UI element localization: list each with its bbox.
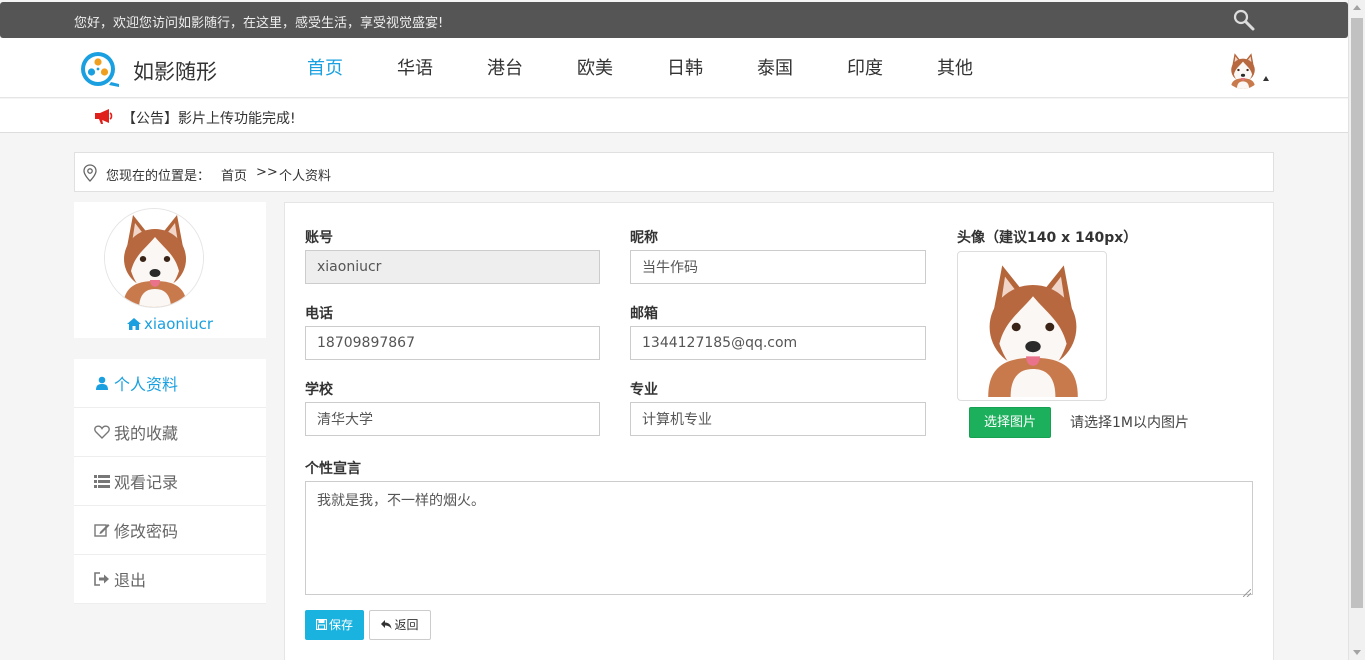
breadcrumb-separator: >> bbox=[256, 165, 278, 180]
profile-username[interactable]: xiaoniucr bbox=[74, 315, 266, 333]
major-label: 专业 bbox=[630, 382, 658, 398]
phone-field[interactable] bbox=[305, 326, 600, 360]
nav-item-hk-tw[interactable]: 港台 bbox=[460, 38, 550, 98]
email-label: 邮箱 bbox=[630, 306, 658, 322]
side-menu: 个人资料 我的收藏 观看记录 修改密码 退出 bbox=[74, 359, 266, 604]
menu-item-label: 个人资料 bbox=[114, 375, 179, 394]
menu-item-favorites[interactable]: 我的收藏 bbox=[74, 408, 266, 457]
menu-item-profile[interactable]: 个人资料 bbox=[74, 359, 266, 408]
account-label: 账号 bbox=[305, 230, 333, 246]
choose-image-button[interactable]: 选择图片 bbox=[969, 407, 1051, 438]
save-button-label: 保存 bbox=[328, 618, 353, 632]
account-field[interactable] bbox=[305, 250, 600, 284]
announcement-bar: 【公告】影片上传功能完成! bbox=[0, 99, 1348, 133]
school-label: 学校 bbox=[305, 382, 333, 398]
floppy-disk-icon bbox=[315, 611, 328, 631]
profile-form-panel: 账号 昵称 电话 邮箱 学校 专业 头像（建议140 x 140px） 选择图片… bbox=[284, 202, 1274, 660]
megaphone-icon bbox=[94, 108, 114, 124]
nav-item-india[interactable]: 印度 bbox=[820, 38, 910, 98]
user-avatar[interactable] bbox=[1224, 51, 1262, 89]
edit-icon bbox=[94, 522, 110, 538]
menu-item-history[interactable]: 观看记录 bbox=[74, 457, 266, 506]
menu-item-label: 退出 bbox=[114, 571, 147, 590]
user-icon bbox=[94, 375, 110, 391]
breadcrumb: 您现在的位置是： 首页 >> 个人资料 bbox=[74, 152, 1274, 192]
avatar-label: 头像（建议140 x 140px） bbox=[957, 230, 1138, 246]
image-size-hint: 请选择1M以内图片 bbox=[1070, 415, 1189, 431]
search-icon[interactable] bbox=[1232, 8, 1256, 32]
brand-name[interactable]: 如影随形 bbox=[133, 56, 217, 86]
profile-card: xiaoniucr bbox=[74, 202, 266, 338]
breadcrumb-current: 个人资料 bbox=[279, 169, 332, 184]
major-field[interactable] bbox=[630, 402, 926, 436]
avatar-preview bbox=[957, 251, 1107, 401]
resize-handle-icon[interactable] bbox=[1242, 585, 1252, 598]
scroll-up-arrow-icon[interactable] bbox=[1353, 5, 1361, 10]
scrollbar-thumb[interactable] bbox=[1351, 18, 1363, 608]
nav-item-chinese[interactable]: 华语 bbox=[370, 38, 460, 98]
list-icon bbox=[94, 473, 110, 489]
main-nav: 首页 华语 港台 欧美 日韩 泰国 印度 其他 bbox=[280, 38, 1000, 98]
scroll-down-arrow-icon[interactable] bbox=[1353, 650, 1361, 655]
caret-down-icon[interactable] bbox=[1263, 76, 1269, 81]
breadcrumb-label: 您现在的位置是： bbox=[106, 169, 211, 184]
home-icon bbox=[126, 316, 141, 330]
menu-item-logout[interactable]: 退出 bbox=[74, 555, 266, 604]
menu-item-change-password[interactable]: 修改密码 bbox=[74, 506, 266, 555]
reply-arrow-icon bbox=[381, 612, 392, 629]
nav-item-western[interactable]: 欧美 bbox=[550, 38, 640, 98]
nav-item-home[interactable]: 首页 bbox=[280, 38, 370, 98]
announcement-text[interactable]: 【公告】影片上传功能完成! bbox=[122, 108, 296, 128]
film-reel-logo-icon[interactable] bbox=[78, 50, 120, 88]
heart-icon bbox=[94, 424, 110, 440]
map-pin-icon bbox=[83, 164, 97, 182]
back-button[interactable]: 返回 bbox=[369, 610, 431, 640]
motto-label: 个性宣言 bbox=[305, 461, 361, 477]
menu-item-label: 观看记录 bbox=[114, 473, 179, 492]
welcome-text: 您好，欢迎您访问如影随行，在这里，感受生活，享受视觉盛宴! bbox=[74, 16, 444, 31]
save-button[interactable]: 保存 bbox=[305, 610, 364, 640]
back-button-label: 返回 bbox=[394, 618, 419, 632]
motto-textarea[interactable]: 我就是我，不一样的烟火。 bbox=[305, 481, 1253, 595]
menu-item-label: 我的收藏 bbox=[114, 424, 179, 443]
breadcrumb-home-link[interactable]: 首页 bbox=[221, 165, 247, 184]
sign-out-icon bbox=[94, 571, 110, 587]
school-field[interactable] bbox=[305, 402, 600, 436]
nav-item-thai[interactable]: 泰国 bbox=[730, 38, 820, 98]
nav-item-jp-kr[interactable]: 日韩 bbox=[640, 38, 730, 98]
menu-item-label: 修改密码 bbox=[114, 522, 179, 541]
email-field[interactable] bbox=[630, 326, 926, 360]
nickname-label: 昵称 bbox=[630, 230, 658, 246]
profile-avatar bbox=[104, 208, 204, 308]
vertical-scrollbar[interactable] bbox=[1348, 0, 1365, 660]
nickname-field[interactable] bbox=[630, 250, 926, 284]
main-header: 如影随形 首页 华语 港台 欧美 日韩 泰国 印度 其他 bbox=[0, 38, 1348, 98]
top-welcome-bar: 您好，欢迎您访问如影随行，在这里，感受生活，享受视觉盛宴! bbox=[0, 2, 1348, 38]
nav-item-other[interactable]: 其他 bbox=[910, 38, 1000, 98]
profile-username-text: xiaoniucr bbox=[143, 315, 213, 333]
phone-label: 电话 bbox=[305, 306, 333, 322]
